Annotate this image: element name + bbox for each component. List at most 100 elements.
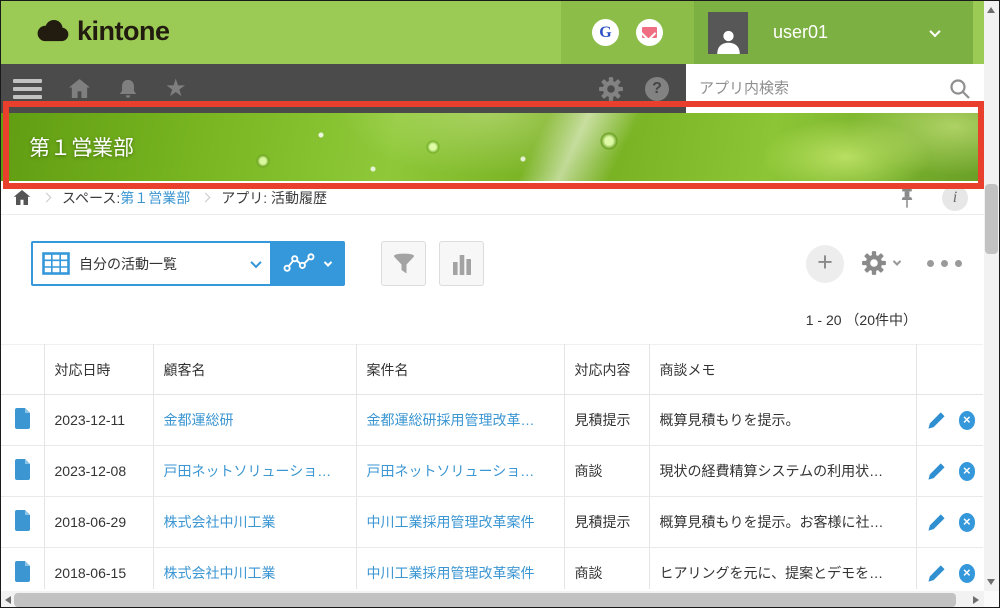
record-list: 対応日時 顧客名 案件名 対応内容 商談メモ 2023-12-11 金都運総研 … [1, 344, 984, 589]
view-name: 自分の活動一覧 [79, 254, 243, 274]
horizontal-scroll-thumb[interactable] [14, 593, 956, 607]
cell-type: 見積提示 [564, 395, 649, 446]
scrollbar-corner [984, 591, 1000, 608]
column-header: 案件名 [356, 345, 564, 395]
chevron-down-icon [250, 256, 261, 267]
mail-icon[interactable] [636, 19, 663, 46]
breadcrumb-separator [201, 193, 211, 203]
scroll-left-arrow[interactable] [5, 596, 11, 604]
gear-icon [861, 250, 887, 276]
nav-left-icons: ★ [13, 64, 187, 113]
edit-pencil-icon[interactable] [927, 462, 946, 481]
cell-case-link[interactable]: 中川工業採用管理改革案件 [356, 497, 564, 548]
breadcrumb-home-icon[interactable] [13, 189, 31, 206]
scroll-down-arrow[interactable] [987, 579, 995, 585]
cell-date: 2023-12-11 [44, 395, 153, 446]
logo-text: kintone [77, 16, 170, 47]
breadcrumb: スペース: 第１営業部 アプリ: 活動履歴 i [1, 181, 984, 215]
edit-pencil-icon[interactable] [927, 564, 946, 583]
document-icon [14, 561, 31, 582]
space-cover-banner: 第１営業部 [1, 113, 984, 181]
cell-customer-link[interactable]: 株式会社中川工業 [153, 497, 356, 548]
line-graph-icon [283, 253, 316, 274]
chart-button[interactable] [439, 241, 484, 286]
user-name: user01 [773, 22, 828, 43]
bar-chart-icon [452, 253, 472, 275]
home-icon[interactable] [68, 78, 91, 99]
chevron-down-icon [893, 257, 901, 265]
funnel-icon [392, 253, 416, 275]
help-icon[interactable]: ? [645, 77, 669, 101]
edit-pencil-icon[interactable] [927, 411, 946, 430]
hamburger-menu-icon[interactable] [13, 79, 42, 99]
record-icon-cell[interactable] [1, 446, 44, 497]
avatar [708, 12, 748, 54]
delete-icon[interactable]: × [959, 513, 976, 532]
info-icon[interactable]: i [942, 185, 968, 211]
user-menu[interactable]: user01 [694, 1, 973, 64]
more-options-button[interactable] [927, 260, 962, 267]
scroll-up-arrow[interactable] [987, 7, 995, 13]
cell-memo: 概算見積もりを提示。お客様に社… [649, 497, 916, 548]
cell-case-link[interactable]: 金都運総研採用管理改革… [356, 395, 564, 446]
horizontal-scrollbar[interactable] [1, 591, 984, 608]
add-record-button[interactable]: + [806, 245, 844, 283]
column-header: 対応内容 [564, 345, 649, 395]
settings-gear-icon[interactable] [598, 76, 624, 102]
graph-view-button[interactable] [270, 243, 343, 284]
breadcrumb-space-prefix: スペース: [62, 188, 120, 208]
search-input[interactable] [686, 64, 936, 113]
global-nav-bar: ★ ? [1, 64, 984, 113]
view-selector: 自分の活動一覧 [31, 241, 345, 286]
table-row: 2018-06-29 株式会社中川工業 中川工業採用管理改革案件 見積提示 概算… [1, 497, 983, 548]
bell-icon[interactable] [117, 78, 139, 100]
cell-date: 2018-06-29 [44, 497, 153, 548]
table-row: 2018-06-15 株式会社中川工業 中川工業採用管理改革案件 商談 ヒアリン… [1, 548, 983, 590]
cell-customer-link[interactable]: 株式会社中川工業 [153, 548, 356, 590]
document-icon [14, 459, 31, 480]
view-dropdown[interactable]: 自分の活動一覧 [33, 243, 270, 284]
google-glyph: G [599, 24, 611, 42]
pin-icon[interactable] [900, 188, 914, 209]
cell-type: 商談 [564, 548, 649, 590]
table-header-row: 対応日時 顧客名 案件名 対応内容 商談メモ [1, 345, 983, 395]
kintone-logo[interactable]: kintone [34, 16, 170, 47]
cell-customer-link[interactable]: 戸田ネットソリューショ… [153, 446, 356, 497]
app-settings-button[interactable] [861, 250, 900, 276]
delete-icon[interactable]: × [959, 564, 976, 583]
column-header: 商談メモ [649, 345, 916, 395]
row-actions: × [927, 411, 976, 430]
scroll-right-arrow[interactable] [973, 596, 979, 604]
chevron-down-icon[interactable] [929, 25, 940, 36]
header-quick-links: G [561, 1, 694, 64]
vertical-scroll-thumb[interactable] [985, 184, 998, 254]
chevron-down-icon [323, 258, 331, 266]
person-icon [715, 27, 742, 54]
breadcrumb-space-link[interactable]: 第１営業部 [120, 188, 190, 208]
record-icon-cell[interactable] [1, 497, 44, 548]
delete-icon[interactable]: × [959, 411, 976, 430]
row-actions: × [927, 462, 976, 481]
cell-date: 2018-06-15 [44, 548, 153, 590]
vertical-scrollbar[interactable] [984, 1, 1000, 591]
cell-case-link[interactable]: 中川工業採用管理改革案件 [356, 548, 564, 590]
cell-customer-link[interactable]: 金都運総研 [153, 395, 356, 446]
search-button[interactable] [936, 64, 984, 113]
envelope-glyph [642, 27, 657, 38]
record-table: 対応日時 顧客名 案件名 対応内容 商談メモ 2023-12-11 金都運総研 … [1, 344, 983, 589]
cell-type: 商談 [564, 446, 649, 497]
space-title: 第１営業部 [29, 132, 134, 162]
header-icon-col [1, 345, 44, 395]
cell-case-link[interactable]: 戸田ネットソリューショ… [356, 446, 564, 497]
table-row: 2023-12-11 金都運総研 金都運総研採用管理改革… 見積提示 概算見積も… [1, 395, 983, 446]
top-header: kintone G user01 [1, 1, 984, 64]
star-icon[interactable]: ★ [165, 77, 187, 101]
app-search [686, 64, 984, 113]
filter-button[interactable] [381, 241, 426, 286]
google-link-icon[interactable]: G [592, 19, 619, 46]
record-icon-cell[interactable] [1, 548, 44, 590]
delete-icon[interactable]: × [959, 462, 976, 481]
breadcrumb-separator [42, 193, 52, 203]
edit-pencil-icon[interactable] [927, 513, 946, 532]
record-icon-cell[interactable] [1, 395, 44, 446]
